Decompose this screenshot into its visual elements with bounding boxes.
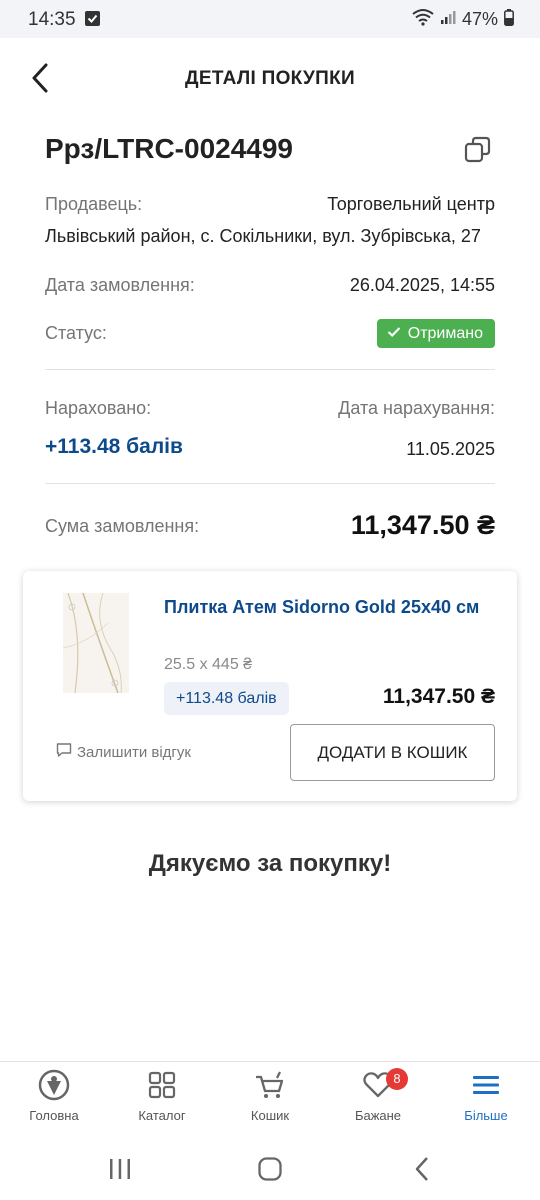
accrual-date-value: 11.05.2025 [406,439,495,459]
nav-item-catalog[interactable]: Каталог [108,1062,216,1138]
status-bar: 14:35 47% [0,0,540,38]
nav-label-catalog: Каталог [138,1108,186,1123]
divider [45,369,495,370]
accrued-points: +113.48 балів [45,435,183,458]
accrual-date-label: Дата нарахування: [338,398,495,418]
home-button[interactable] [255,1154,285,1184]
check-icon [387,325,401,343]
status-time: 14:35 [28,9,76,30]
order-date-label: Дата замовлення: [45,275,195,295]
status-value: Отримано [407,324,483,342]
grid-icon [146,1069,178,1101]
product-points: +113.48 балів [164,682,289,715]
add-to-cart-button[interactable]: ДОДАТИ В КОШИК [290,724,495,781]
thanks-message: Дякуємо за покупку! [148,850,392,877]
seller-address: Львівський район, с. Сокільники, вул. Зу… [45,226,481,246]
battery-text: 47% [461,9,498,29]
app-header: ДЕТАЛІ ПОКУПКИ [0,38,540,120]
nav-item-more[interactable]: Більше [432,1062,540,1138]
order-date-value: 26.04.2025, 14:55 [349,275,495,295]
nav-item-home[interactable]: Головна [0,1062,108,1138]
status-icons: 47% [412,8,514,31]
wishlist-badge: 8 [386,1068,408,1090]
order-total-value: 11,347.50 ₴ [350,510,495,540]
seller-label: Продавець: [45,194,143,214]
bottom-nav: Головна Каталог Кошик 8 Бажане Більше [0,1061,540,1138]
leave-review-link[interactable]: Залишити відгук [56,742,191,762]
comment-icon [56,742,72,762]
nav-item-wishlist[interactable]: 8 Бажане [324,1062,432,1138]
home-circle-icon [255,1157,285,1188]
cart-icon [254,1069,286,1101]
check-square-icon [85,11,100,26]
seller-name: Торговельний центр [327,194,495,214]
status-badge: Отримано [376,319,495,348]
leave-review-label: Залишити відгук [77,743,191,761]
nav-label-home: Головна [29,1108,79,1123]
wifi-icon [412,8,434,31]
accrued-label: Нараховано: [45,398,152,418]
system-back-button[interactable] [408,1154,438,1184]
signal-icon [440,9,456,30]
copy-button[interactable] [462,134,494,166]
recent-apps-button[interactable] [105,1154,135,1184]
system-nav-bar [0,1138,540,1200]
recent-apps-icon [105,1159,135,1188]
battery-icon [504,8,514,31]
product-quantity-price: 25.5 x 445 ₴ [164,656,253,673]
nav-label-wishlist: Бажане [354,1108,402,1123]
copy-icon [462,136,494,170]
nav-label-more: Більше [464,1108,508,1123]
order-id: Ррз/LTRC-0024499 [45,133,294,164]
status-label: Статус: [45,323,107,343]
page-title: ДЕТАЛІ ПОКУПКИ [185,68,355,89]
nav-label-cart: Кошик [250,1108,290,1123]
home-icon [38,1069,70,1101]
menu-icon [470,1069,502,1101]
back-arrow-icon [408,1157,438,1188]
product-price: 11,347.50 ₴ [382,685,495,708]
product-card: Плитка Атем Sidorno Gold 25x40 см 25.5 x… [23,571,517,801]
divider [45,483,495,484]
nav-item-cart[interactable]: Кошик [216,1062,324,1138]
product-name[interactable]: Плитка Атем Sidorno Gold 25x40 см [164,595,484,619]
product-image[interactable] [63,593,129,693]
order-total-label: Сума замовлення: [45,516,200,536]
